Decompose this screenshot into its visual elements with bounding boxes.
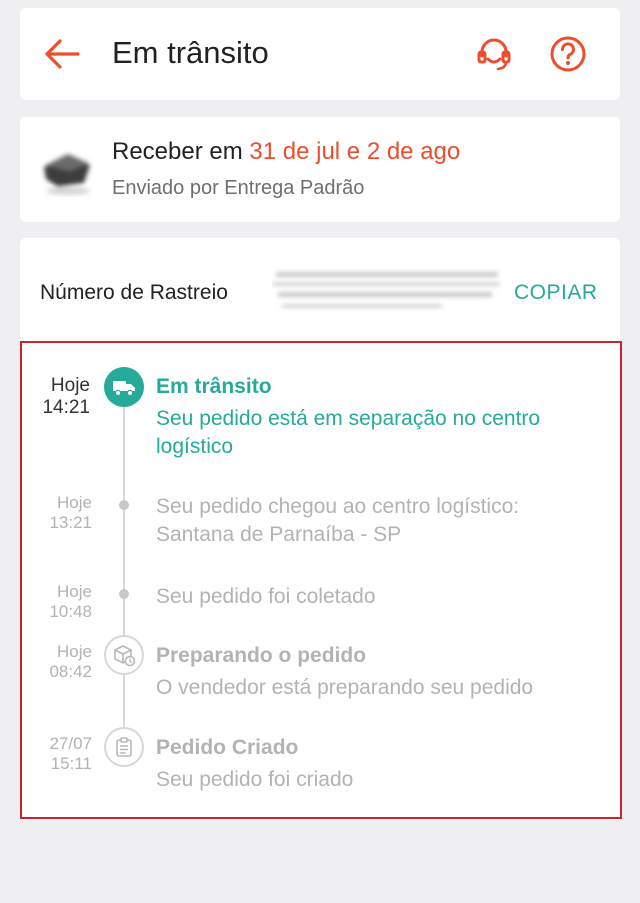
event-2-marker bbox=[119, 500, 129, 510]
event-1-title: Em trânsito bbox=[156, 375, 272, 398]
timeline-connector bbox=[123, 385, 125, 751]
event-1-time: 14:21 bbox=[42, 396, 90, 418]
copy-tracking-button[interactable]: COPIAR bbox=[514, 281, 598, 305]
tracking-number-redacted bbox=[272, 272, 500, 308]
event-4-time: 08:42 bbox=[49, 661, 92, 681]
page-title: Em trânsito bbox=[112, 35, 269, 70]
event-5-title: Pedido Criado bbox=[156, 736, 299, 759]
event-4-timestamp: Hoje 08:42 bbox=[20, 642, 92, 681]
event-1-timestamp: Hoje 14:21 bbox=[18, 375, 90, 419]
event-5-time: 15:11 bbox=[50, 753, 92, 773]
header-bar: Em trânsito bbox=[20, 8, 620, 100]
product-thumbnail bbox=[44, 154, 90, 195]
event-3-marker bbox=[119, 589, 129, 599]
shipping-method: Enviado por Entrega Padrão bbox=[112, 177, 365, 199]
event-3-description: Seu pedido foi coletado bbox=[156, 585, 376, 608]
event-5-timestamp: 27/07 15:11 bbox=[20, 734, 92, 773]
headset-icon bbox=[477, 38, 511, 71]
event-4-description: O vendedor está preparando seu pedido bbox=[156, 676, 534, 699]
back-button[interactable] bbox=[40, 32, 84, 76]
event-3-day: Hoje bbox=[57, 582, 92, 601]
event-1-day: Hoje bbox=[50, 375, 90, 396]
clipboard-icon bbox=[116, 737, 132, 757]
delivery-card[interactable]: Receber em 31 de jul e 2 de ago Enviado … bbox=[20, 117, 620, 222]
event-4-title: Preparando o pedido bbox=[156, 644, 367, 667]
package-clock-icon bbox=[114, 645, 136, 667]
event-3-time: 10:48 bbox=[49, 601, 92, 621]
question-circle-icon bbox=[550, 36, 586, 72]
event-5-day: 27/07 bbox=[49, 734, 92, 753]
event-4-marker bbox=[104, 635, 144, 675]
event-2-description: Seu pedido chegou ao centro logístico: S… bbox=[156, 495, 520, 546]
event-2-timestamp: Hoje 13:21 bbox=[20, 493, 92, 532]
delivery-prefix: Receber em bbox=[112, 138, 250, 165]
truck-icon bbox=[113, 381, 135, 397]
event-3-timestamp: Hoje 10:48 bbox=[20, 582, 92, 621]
event-2-time: 13:21 bbox=[49, 512, 92, 532]
delivery-estimate: Receber em 31 de jul e 2 de ago bbox=[112, 138, 460, 166]
event-1-description: Seu pedido está em separação no centro l… bbox=[156, 407, 541, 458]
arrow-left-icon bbox=[45, 39, 80, 69]
help-button[interactable] bbox=[546, 32, 590, 76]
event-1-marker bbox=[104, 367, 144, 407]
tracking-timeline: Hoje 14:21 Em trânsito Seu pedido está e… bbox=[20, 341, 622, 819]
event-5-description: Seu pedido foi criado bbox=[156, 768, 354, 791]
event-2-day: Hoje bbox=[57, 493, 92, 512]
event-5-marker bbox=[104, 727, 144, 767]
event-4-day: Hoje bbox=[57, 642, 92, 661]
delivery-dates: 31 de jul e 2 de ago bbox=[249, 138, 461, 165]
support-button[interactable] bbox=[472, 32, 516, 76]
tracking-number-label: Número de Rastreio bbox=[40, 281, 228, 304]
